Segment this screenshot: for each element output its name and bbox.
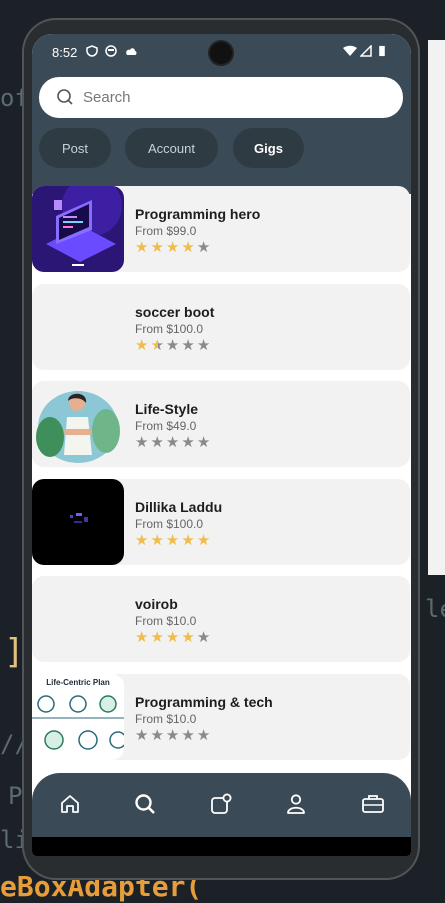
system-gesture-bar [32,837,411,856]
star-filled-icon: ★ [165,532,182,549]
star-empty-icon: ★ [135,727,151,744]
star-filled-icon: ★ [150,239,166,256]
app-screen: 8:52 Search Post Account Gigs Programmin… [32,34,411,856]
star-empty-icon: ★ [181,434,197,451]
signal-icon [360,45,372,57]
star-empty-icon: ★ [196,337,213,354]
gig-price: From $100.0 [135,517,204,531]
star-filled-icon: ★ [165,629,182,646]
gig-title: Life-Style [135,401,199,417]
gig-card[interactable]: voirob From $10.0 ★★★★★ [32,576,410,662]
life-centric-plan-diagram: Life-Centric Plan [32,674,124,760]
gig-price: From $10.0 [135,712,197,726]
battery-icon [379,45,385,57]
diagram-caption: Life-Centric Plan [46,678,110,687]
star-filled-icon: ★ [135,337,151,354]
star-half-icon: ★ [150,337,166,354]
tab-account[interactable]: Account [125,128,218,168]
star-filled-icon: ★ [181,239,197,256]
gig-rating: ★★★★★ [135,628,212,646]
star-filled-icon: ★ [135,629,151,646]
star-filled-icon: ★ [165,239,182,256]
search-icon [57,89,73,105]
shield-icon [86,45,98,57]
star-empty-icon: ★ [196,629,213,646]
star-empty-icon: ★ [135,434,151,451]
gig-thumbnail [32,381,124,467]
profile-icon[interactable] [285,793,307,815]
search-input[interactable]: Search [39,77,403,118]
gig-title: Programming hero [135,206,261,222]
dark-room-photo [32,479,124,565]
star-empty-icon: ★ [165,337,182,354]
home-icon[interactable] [59,793,81,815]
gig-rating: ★★★★★ [135,433,212,451]
star-empty-icon: ★ [196,727,213,744]
status-time: 8:52 [52,45,78,60]
star-filled-icon: ★ [181,629,197,646]
cloud-icon [126,48,137,55]
star-empty-icon: ★ [181,727,197,744]
gig-card[interactable]: Dillika Laddu From $100.0 ★★★★★ [32,479,410,565]
gig-price: From $100.0 [135,322,204,336]
tab-post[interactable]: Post [39,128,111,168]
background-window-panel [428,40,445,575]
star-empty-icon: ★ [181,337,197,354]
status-bar: 8:52 [32,34,411,70]
gig-rating: ★★★★★ [135,531,212,549]
star-empty-icon: ★ [196,434,213,451]
background-code-fragment: le [425,595,445,623]
woman-leaves-illustration [32,381,124,467]
star-empty-icon: ★ [165,434,182,451]
gig-card[interactable]: Life-Centric Plan Programming & tech From … [32,674,410,760]
laptop-illustration [32,186,124,272]
gig-rating: ★★★★★ [135,726,212,744]
star-filled-icon: ★ [181,532,197,549]
gig-card[interactable]: Life-Style From $49.0 ★★★★★ [32,381,410,467]
star-filled-icon: ★ [196,532,213,549]
star-filled-icon: ★ [135,239,151,256]
gig-thumbnail [32,186,124,272]
star-filled-icon: ★ [150,629,166,646]
gig-rating: ★★★★★ [135,238,212,256]
star-empty-icon: ★ [196,239,213,256]
gig-thumbnail [32,479,124,565]
bottom-navigation [32,773,411,837]
gig-title: Dillika Laddu [135,499,223,515]
gig-thumbnail: Life-Centric Plan [32,674,124,760]
gig-thumbnail [32,576,124,662]
gig-thumbnail [32,284,124,370]
gig-card[interactable]: soccer boot From $100.0 ★★★★★ [32,284,410,370]
gig-card[interactable]: Programming hero From $99.0 ★★★★★ [32,186,410,272]
background-code-fragment: P [8,782,23,810]
wifi-icon [343,45,357,56]
star-empty-icon: ★ [165,727,182,744]
gig-price: From $10.0 [135,614,197,628]
gig-rating: ★★★★★ [135,336,212,354]
star-empty-icon: ★ [150,727,166,744]
gig-price: From $49.0 [135,419,197,433]
front-camera [210,42,232,64]
search-icon[interactable] [134,793,156,815]
tab-gigs[interactable]: Gigs [233,128,304,168]
gig-title: voirob [135,596,178,612]
gig-title: soccer boot [135,304,215,320]
star-empty-icon: ★ [150,434,166,451]
post-icon[interactable] [210,793,232,815]
search-placeholder: Search [83,89,131,106]
briefcase-icon[interactable] [361,793,385,815]
star-filled-icon: ★ [135,532,151,549]
face-icon [105,45,117,57]
gig-title: Programming & tech [135,694,273,710]
gig-price: From $99.0 [135,224,197,238]
star-filled-icon: ★ [150,532,166,549]
